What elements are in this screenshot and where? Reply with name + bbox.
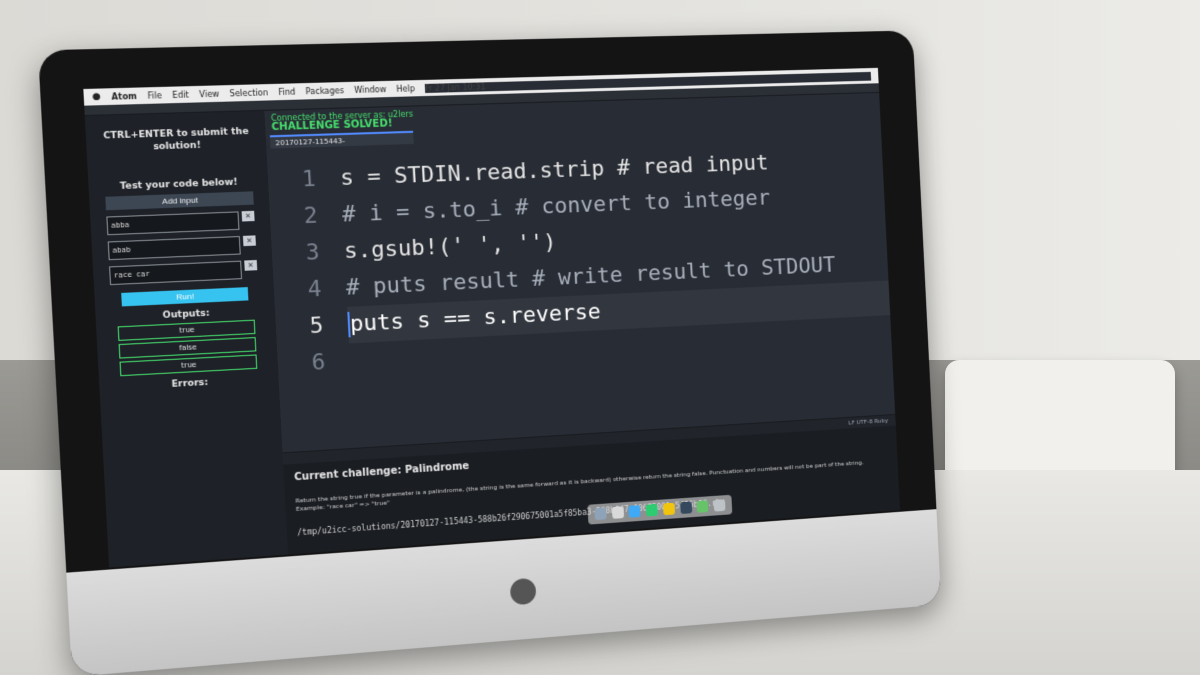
- menu-file[interactable]: File: [147, 91, 162, 101]
- safari-icon[interactable]: [628, 505, 641, 518]
- menu-find[interactable]: Find: [278, 87, 295, 97]
- test-input-row: ✕: [106, 210, 255, 236]
- editor-area: Connected to the server as: u2lers CHALL…: [264, 92, 900, 555]
- messages-icon[interactable]: [645, 503, 658, 517]
- imac-monitor: ● Atom File Edit View Selection Find Pac…: [37, 30, 942, 675]
- apple-logo-icon: ●: [507, 568, 539, 611]
- launchpad-icon[interactable]: [611, 506, 624, 519]
- test-title: Test your code below!: [119, 177, 238, 193]
- run-button[interactable]: Run!: [121, 287, 249, 307]
- menu-window[interactable]: Window: [354, 84, 387, 94]
- line-number: 5: [309, 313, 325, 340]
- atom-app-body: CTRL+ENTER to submit the solution! Test …: [84, 92, 900, 568]
- code-line-text[interactable]: puts s == s.reverse: [347, 299, 602, 338]
- test-input-1[interactable]: [106, 211, 240, 236]
- screen: ● Atom File Edit View Selection Find Pac…: [83, 67, 900, 568]
- line-number: 3: [305, 239, 321, 266]
- remove-input-1-button[interactable]: ✕: [241, 210, 255, 222]
- test-panel: CTRL+ENTER to submit the solution! Test …: [84, 110, 288, 568]
- output-3: true: [119, 354, 258, 377]
- outputs-title: Outputs:: [162, 308, 210, 322]
- line-number: 4: [307, 276, 323, 303]
- menu-app-name[interactable]: Atom: [111, 91, 137, 101]
- menu-help[interactable]: Help: [396, 84, 415, 94]
- submit-hint: CTRL+ENTER to submit the solution!: [103, 126, 249, 153]
- test-input-3[interactable]: [109, 260, 243, 286]
- test-input-2[interactable]: [107, 236, 241, 261]
- trash-icon[interactable]: [713, 499, 726, 512]
- terminal-icon[interactable]: [679, 501, 692, 515]
- menu-selection[interactable]: Selection: [229, 88, 268, 98]
- apple-menu-icon[interactable]: ●: [92, 92, 101, 103]
- remove-input-3-button[interactable]: ✕: [244, 259, 258, 271]
- remove-input-2-button[interactable]: ✕: [242, 235, 256, 247]
- line-number: 6: [311, 349, 326, 376]
- finder-icon[interactable]: [594, 507, 607, 521]
- code-lines[interactable]: s = STDIN.read.strip # read input # i = …: [328, 129, 895, 449]
- notes-icon[interactable]: [662, 502, 675, 516]
- line-number: 1: [301, 166, 317, 193]
- add-input-button[interactable]: Add input: [105, 191, 254, 211]
- menu-packages[interactable]: Packages: [305, 86, 344, 96]
- menu-edit[interactable]: Edit: [172, 90, 189, 100]
- errors-title: Errors:: [171, 377, 209, 390]
- test-input-row: ✕: [109, 259, 258, 286]
- atom-icon[interactable]: [696, 500, 709, 513]
- code-editor[interactable]: 1 2 3 4 5 6 s = STDIN.read.strip # read …: [266, 128, 896, 453]
- line-number: 2: [303, 203, 319, 230]
- menu-view[interactable]: View: [199, 89, 219, 99]
- test-input-row: ✕: [107, 235, 257, 261]
